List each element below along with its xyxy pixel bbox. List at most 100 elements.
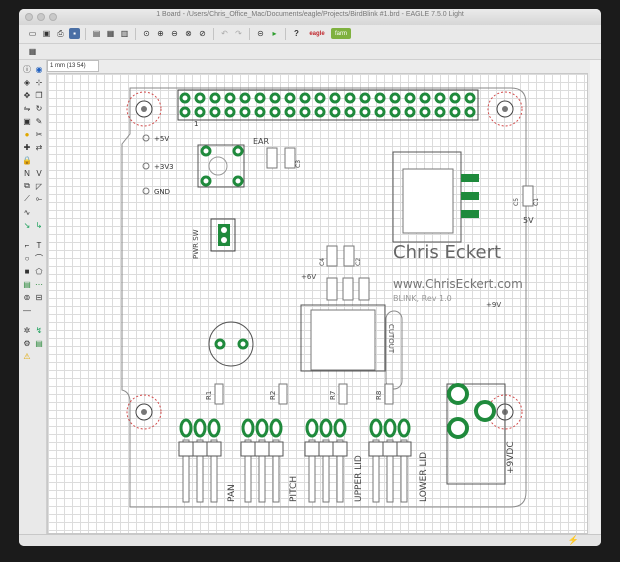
route-icon[interactable]: ↘ xyxy=(22,220,32,230)
rect-icon[interactable]: ■ xyxy=(22,266,32,276)
plus3v3-label: +3V3 xyxy=(154,163,174,171)
resistor-label: R7 xyxy=(329,391,337,400)
display-icon[interactable]: ◈ xyxy=(22,77,32,87)
wire-icon[interactable]: ⌐ xyxy=(22,240,32,250)
name-icon[interactable]: N xyxy=(22,168,32,178)
copy-icon[interactable]: ❐ xyxy=(34,90,44,100)
parameter-toolbar: ▦ xyxy=(19,44,601,60)
pad xyxy=(179,92,191,104)
arc-icon[interactable]: ⌒ xyxy=(34,253,44,263)
miter-icon[interactable]: ◸ xyxy=(34,181,44,191)
smash-icon[interactable]: ⧉ xyxy=(22,181,32,191)
pad xyxy=(333,418,347,438)
pad xyxy=(194,106,206,118)
status-bar: ⚡ xyxy=(19,534,601,546)
header-body xyxy=(396,441,412,457)
hole-icon[interactable]: ⊚ xyxy=(22,292,32,302)
add-icon[interactable]: ✚ xyxy=(22,142,32,152)
pad xyxy=(179,418,193,438)
dc-label: +9VDC xyxy=(506,441,516,474)
pad xyxy=(419,106,431,118)
ripup-icon[interactable]: ↳ xyxy=(34,220,44,230)
pad xyxy=(404,92,416,104)
header-body xyxy=(368,441,384,457)
polygon-icon[interactable]: ⬠ xyxy=(34,266,44,276)
mark-icon[interactable]: ⊹ xyxy=(34,77,44,87)
vertical-scrollbar[interactable] xyxy=(590,60,600,534)
dimension-icon[interactable]: ― xyxy=(22,305,32,315)
go-icon[interactable]: ▸ xyxy=(269,28,280,39)
open-icon[interactable]: ▭ xyxy=(27,28,38,39)
print-icon[interactable]: ⎙ xyxy=(55,28,66,39)
pad xyxy=(269,92,281,104)
drc-icon[interactable]: ▤ xyxy=(34,338,44,348)
power-switch xyxy=(210,218,236,252)
zoom-out-icon[interactable]: ⊖ xyxy=(169,28,180,39)
zoom-select-icon[interactable]: ⊘ xyxy=(197,28,208,39)
eagle-brand-icon[interactable]: eagle xyxy=(307,28,327,39)
pad xyxy=(389,106,401,118)
stop-icon[interactable]: ⊝ xyxy=(255,28,266,39)
save-icon[interactable]: ▣ xyxy=(41,28,52,39)
optimize-icon[interactable]: ⟜ xyxy=(34,194,44,204)
pad xyxy=(239,106,251,118)
redraw-icon[interactable]: ⊗ xyxy=(183,28,194,39)
run-ulp-icon[interactable]: ▥ xyxy=(119,28,130,39)
via-icon[interactable]: ▤ xyxy=(22,279,32,289)
script-icon[interactable]: ▦ xyxy=(105,28,116,39)
paste-icon[interactable]: ● xyxy=(22,129,32,139)
toolbar-divider xyxy=(249,28,250,40)
header-body xyxy=(318,441,334,457)
pcb-farm-icon[interactable]: farm xyxy=(331,28,351,39)
value-icon[interactable]: V xyxy=(34,168,44,178)
delete-icon[interactable]: ✂ xyxy=(34,129,44,139)
info-icon[interactable]: ⓘ xyxy=(22,64,32,74)
text-icon[interactable]: T xyxy=(34,240,44,250)
header-body xyxy=(240,441,256,457)
pad xyxy=(284,106,296,118)
lock-icon[interactable]: 🔒 xyxy=(22,155,32,165)
replace-icon[interactable]: ⇄ xyxy=(34,142,44,152)
signal-icon[interactable]: ⋯ xyxy=(34,279,44,289)
pad xyxy=(449,92,461,104)
board-canvas[interactable]: CUTOUT 1 +5V +3V3 GND EAR PWR SW 5V +6V … xyxy=(47,73,588,534)
author-label: Chris Eckert xyxy=(393,242,501,263)
help-icon[interactable]: ? xyxy=(291,28,302,39)
split-icon[interactable]: ⟋ xyxy=(22,194,32,204)
show-icon[interactable]: ◉ xyxy=(34,64,44,74)
toolbar-divider xyxy=(135,28,136,40)
errors-icon[interactable]: ⚠ xyxy=(22,351,32,361)
board-icon[interactable]: ▤ xyxy=(91,28,102,39)
autorouter-icon[interactable]: ↯ xyxy=(34,325,44,335)
pad xyxy=(464,106,476,118)
resistor-label: R8 xyxy=(375,391,383,400)
servo-label: PAN xyxy=(227,484,237,502)
pad xyxy=(255,418,269,438)
attribute-icon[interactable]: ⊟ xyxy=(34,292,44,302)
coordinate-display: 1 mm (13 54) xyxy=(47,60,99,72)
regulator xyxy=(392,151,479,243)
pad xyxy=(269,418,283,438)
undo-icon[interactable]: ↶ xyxy=(219,28,230,39)
pad xyxy=(254,92,266,104)
move-icon[interactable]: ✥ xyxy=(22,90,32,100)
zoom-in-icon[interactable]: ⊕ xyxy=(155,28,166,39)
pad xyxy=(464,92,476,104)
pad xyxy=(254,106,266,118)
ratsnest-icon[interactable]: ✲ xyxy=(22,325,32,335)
zoom-fit-icon[interactable]: ⊙ xyxy=(141,28,152,39)
erc-icon[interactable]: ⚙ xyxy=(22,338,32,348)
rotate-icon[interactable]: ↻ xyxy=(34,103,44,113)
lightning-icon[interactable]: ⚡ xyxy=(568,535,579,546)
plus5v-label: +5V xyxy=(154,135,169,143)
circle-icon[interactable]: ○ xyxy=(22,253,32,263)
change-icon[interactable]: ✎ xyxy=(34,116,44,126)
redo-icon[interactable]: ↷ xyxy=(233,28,244,39)
toolbar-divider xyxy=(85,28,86,40)
group-icon[interactable]: ▣ xyxy=(22,116,32,126)
cap-label: C5 xyxy=(513,198,520,206)
meander-icon[interactable]: ∿ xyxy=(22,207,32,217)
grid-icon[interactable]: ▦ xyxy=(27,46,38,57)
cam-icon[interactable]: ▪ xyxy=(69,28,80,39)
mirror-icon[interactable]: ⇋ xyxy=(22,103,32,113)
